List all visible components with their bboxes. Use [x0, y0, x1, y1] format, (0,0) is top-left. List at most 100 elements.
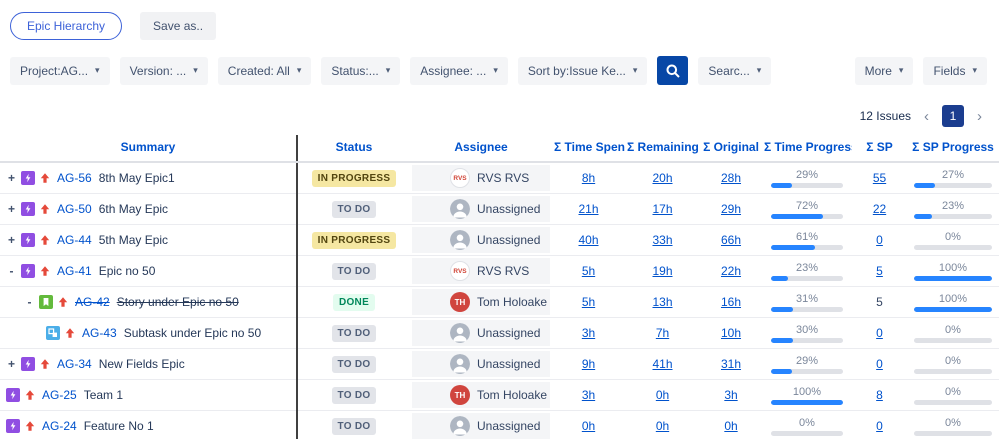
collapse-icon[interactable]: -: [24, 295, 35, 309]
column-header-status[interactable]: Status: [297, 135, 410, 162]
remaining-link[interactable]: 13h: [652, 295, 672, 309]
time-spent-link[interactable]: 40h: [578, 233, 598, 247]
story-points-link[interactable]: 55: [873, 171, 886, 185]
prev-page-icon[interactable]: ‹: [921, 108, 932, 125]
current-page[interactable]: 1: [942, 105, 964, 127]
filter-chip-5[interactable]: Sort by:Issue Ke...▾: [518, 57, 648, 85]
remaining-link[interactable]: 20h: [652, 171, 672, 185]
assignee-field[interactable]: THTom Holoake: [412, 382, 550, 408]
chevron-down-icon: ▾: [757, 65, 762, 76]
story-points-link[interactable]: 0: [876, 326, 883, 340]
issue-key-link[interactable]: AG-56: [57, 171, 92, 185]
issue-key-link[interactable]: AG-25: [42, 388, 77, 402]
story-points-link[interactable]: 8: [876, 388, 883, 402]
assignee-name: Unassigned: [477, 357, 540, 371]
filter-chip-1[interactable]: Version: ...▾: [120, 57, 208, 85]
time-spent-link[interactable]: 9h: [582, 357, 595, 371]
remaining-link[interactable]: 33h: [652, 233, 672, 247]
original-link[interactable]: 3h: [724, 388, 737, 402]
filter-chip-4[interactable]: Assignee: ...▾: [410, 57, 508, 85]
original-link[interactable]: 66h: [721, 233, 741, 247]
original-link[interactable]: 16h: [721, 295, 741, 309]
time-progress-cell: 61%: [762, 225, 852, 256]
original-link[interactable]: 29h: [721, 202, 741, 216]
time-spent-link[interactable]: 0h: [582, 419, 595, 433]
issue-key-link[interactable]: AG-43: [82, 326, 117, 340]
column-header-sp[interactable]: Σ SP: [852, 135, 907, 162]
summary-cell: + AG-34 New Fields Epic: [0, 349, 297, 380]
assignee-field[interactable]: Unassigned: [412, 351, 550, 377]
sp-progress-cell: 100%: [907, 287, 999, 318]
remaining-link[interactable]: 41h: [652, 357, 672, 371]
filter-chip-2-label: Created: All: [228, 64, 290, 78]
story-points-link[interactable]: 0: [876, 419, 883, 433]
assignee-field[interactable]: RVSRVS RVS: [412, 258, 550, 284]
sp-progress-bar-fill: [914, 183, 935, 188]
sp-progress-cell: 27%: [907, 162, 999, 194]
assignee-cell: Unassigned: [410, 349, 552, 380]
issue-key-link[interactable]: AG-44: [57, 233, 92, 247]
assignee-field[interactable]: Unassigned: [412, 413, 550, 439]
time-spent-link[interactable]: 3h: [582, 326, 595, 340]
assignee-field[interactable]: Unassigned: [412, 320, 550, 346]
filter-chip-2[interactable]: Created: All▾: [218, 57, 312, 85]
expand-icon[interactable]: +: [6, 233, 17, 247]
original-link[interactable]: 31h: [721, 357, 741, 371]
filters-right-group: More▾ Fields▾: [855, 57, 987, 85]
epic-hierarchy-button[interactable]: Epic Hierarchy: [10, 12, 122, 40]
column-header-assignee[interactable]: Assignee: [410, 135, 552, 162]
search-icon: [665, 63, 681, 79]
time-progress-bar-fill: [771, 400, 843, 405]
column-header-time-spent[interactable]: Σ Time Spent: [552, 135, 625, 162]
column-header-remaining[interactable]: Σ Remaining: [625, 135, 700, 162]
issue-key-link[interactable]: AG-24: [42, 419, 77, 433]
story-points-link[interactable]: 22: [873, 202, 886, 216]
original-link[interactable]: 10h: [721, 326, 741, 340]
column-header-summary[interactable]: Summary: [0, 135, 297, 162]
next-page-icon[interactable]: ›: [974, 108, 985, 125]
story-points-link[interactable]: 5: [876, 264, 883, 278]
issue-key-link[interactable]: AG-42: [75, 295, 110, 309]
search-filter-chip[interactable]: Searc... ▾: [698, 57, 771, 85]
issue-key-link[interactable]: AG-41: [57, 264, 92, 278]
issue-summary: 8th May Epic1: [99, 171, 175, 185]
expand-icon[interactable]: +: [6, 202, 17, 216]
assignee-field[interactable]: RVSRVS RVS: [412, 165, 550, 191]
remaining-link[interactable]: 17h: [652, 202, 672, 216]
original-link[interactable]: 22h: [721, 264, 741, 278]
time-spent-link[interactable]: 8h: [582, 171, 595, 185]
column-header-sp-progress[interactable]: Σ SP Progress: [907, 135, 999, 162]
expand-icon[interactable]: +: [6, 171, 17, 185]
column-header-time-progress[interactable]: Σ Time Progress: [762, 135, 852, 162]
assignee-field[interactable]: Unassigned: [412, 196, 550, 222]
fields-chip[interactable]: Fields▾: [923, 57, 987, 85]
issue-key-link[interactable]: AG-50: [57, 202, 92, 216]
remaining-link[interactable]: 19h: [652, 264, 672, 278]
story-points-link[interactable]: 0: [876, 357, 883, 371]
table-row: AG-43Subtask under Epic no 50TO DOUnassi…: [0, 318, 999, 349]
search-button[interactable]: [657, 56, 688, 85]
summary-content: + AG-34 New Fields Epic: [0, 357, 296, 371]
status-cell: TO DO: [297, 318, 410, 349]
remaining-link[interactable]: 7h: [656, 326, 669, 340]
time-spent-link[interactable]: 21h: [578, 202, 598, 216]
original-link[interactable]: 0h: [724, 419, 737, 433]
story-points-link[interactable]: 0: [876, 233, 883, 247]
remaining-link[interactable]: 0h: [656, 388, 669, 402]
issue-summary: New Fields Epic: [99, 357, 185, 371]
filter-chip-3[interactable]: Status:...▾: [321, 57, 400, 85]
assignee-field[interactable]: THTom Holoake: [412, 289, 550, 315]
assignee-field[interactable]: Unassigned: [412, 227, 550, 253]
time-spent-link[interactable]: 5h: [582, 264, 595, 278]
original-link[interactable]: 28h: [721, 171, 741, 185]
filter-chip-0[interactable]: Project:AG...▾: [10, 57, 110, 85]
time-spent-link[interactable]: 5h: [582, 295, 595, 309]
remaining-link[interactable]: 0h: [656, 419, 669, 433]
time-spent-link[interactable]: 3h: [582, 388, 595, 402]
more-chip[interactable]: More▾: [855, 57, 914, 85]
collapse-icon[interactable]: -: [6, 264, 17, 278]
column-header-original[interactable]: Σ Original: [700, 135, 762, 162]
expand-icon[interactable]: +: [6, 357, 17, 371]
save-as-button[interactable]: Save as..: [140, 12, 216, 40]
issue-key-link[interactable]: AG-34: [57, 357, 92, 371]
